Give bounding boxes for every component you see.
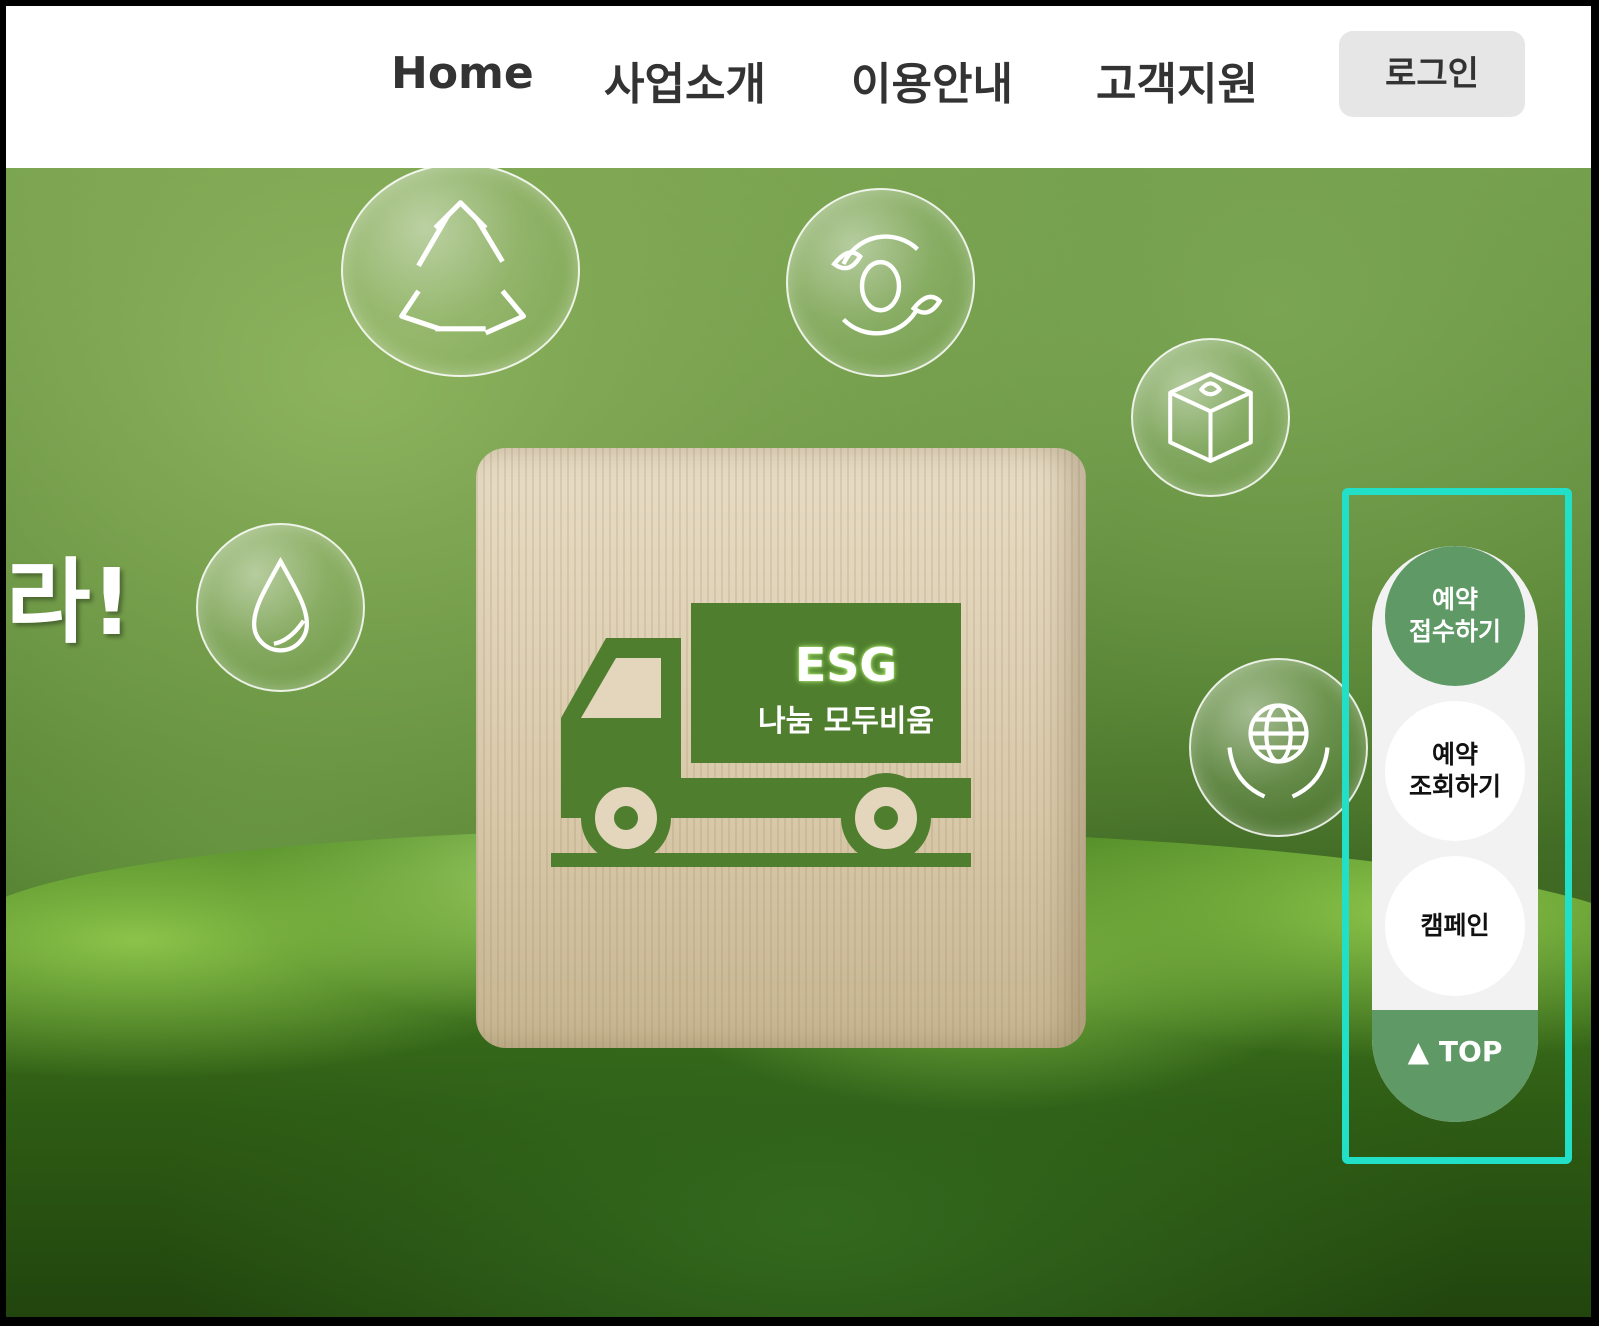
nav-customer-support[interactable]: 고객지원 [1096,48,1258,112]
quick-menu: 예약 접수하기 예약 조회하기 캠페인 ▲ TOP [1372,546,1538,1122]
leaf-cycle-icon [786,188,975,377]
campaign-button[interactable]: 캠페인 [1385,856,1525,996]
recycle-icon [341,168,580,377]
water-drop-icon [196,523,365,692]
esg-wooden-block: ESG 나눔 모두비움 [476,448,1086,1048]
reservation-lookup-button[interactable]: 예약 조회하기 [1385,701,1525,841]
browser-viewport: Home 사업소개 이용안내 고객지원 로그인 라! ESG 나눔 모두비움 예… [6,6,1591,1317]
nav-usage-guide[interactable]: 이용안내 [851,48,1013,112]
reservation-submit-button[interactable]: 예약 접수하기 [1385,546,1525,686]
eco-cube-icon [1131,338,1290,497]
esg-subtitle: 나눔 모두비움 [757,704,935,739]
scroll-top-button[interactable]: ▲ TOP [1372,1010,1538,1122]
esg-title: ESG [794,638,898,692]
login-button[interactable]: 로그인 [1339,31,1525,117]
nav-business-intro[interactable]: 사업소개 [604,48,766,112]
hero-headline-fragment: 라! [6,549,133,656]
nav-home[interactable]: Home [391,48,534,99]
truck-icon [551,603,971,867]
site-header: Home 사업소개 이용안내 고객지원 로그인 [6,6,1591,168]
